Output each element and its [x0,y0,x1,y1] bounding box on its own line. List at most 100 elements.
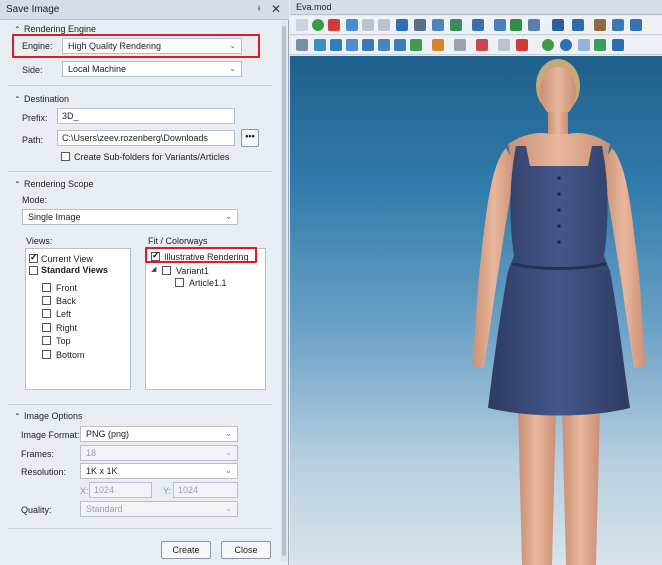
variant-label: Variant1 [176,266,209,276]
view-back-checkbox[interactable] [42,296,51,305]
section-destination[interactable]: ⌃ Destination [14,94,69,104]
play-icon[interactable] [396,19,408,31]
section-rendering-scope[interactable]: ⌃ Rendering Scope [14,179,94,189]
toolbar-icon[interactable] [296,39,308,51]
toolbar-icon[interactable] [630,19,642,31]
prefix-input[interactable]: 3D_ [57,108,235,124]
toolbar-icon[interactable] [578,39,590,51]
toolbar-icon[interactable] [542,39,554,51]
image-format-value: PNG (png) [86,429,130,439]
toolbar-icon[interactable] [572,19,584,31]
toolbar-icon[interactable] [330,39,342,51]
toolbar-icon[interactable] [394,39,406,51]
side-select[interactable]: Local Machine ⌄ [62,61,242,77]
view-front-checkbox[interactable] [42,283,51,292]
toolbar-icon[interactable] [552,19,564,31]
delete-icon[interactable] [328,19,340,31]
toolbar-icon[interactable] [414,19,426,31]
undo-icon[interactable] [362,19,374,31]
quality-value: Standard [86,504,123,514]
toolbar-row-1 [290,16,662,35]
toolbar-icon[interactable] [296,19,308,31]
toolbar-icon[interactable] [560,39,572,51]
avatar-head [540,67,576,117]
toolbar-icon[interactable] [516,39,528,51]
section-rendering-engine[interactable]: ⌃ Rendering Engine [14,24,96,34]
divider [8,528,272,529]
mode-select[interactable]: Single Image ⌄ [22,209,238,225]
avatar-left-leg [518,406,556,565]
section-image-options-label: Image Options [24,411,83,421]
collapse-chevron-icon: ⌃ [14,25,21,34]
create-button[interactable]: Create [161,541,211,559]
toolbar-icon[interactable] [378,39,390,51]
view-top-checkbox[interactable] [42,336,51,345]
side-select-value: Local Machine [68,64,127,74]
avatar-model [472,59,646,565]
toolbar-icon[interactable] [510,19,522,31]
browse-button[interactable]: ••• [241,129,259,147]
variant-checkbox[interactable] [162,266,171,275]
scrollbar-thumb[interactable] [282,26,286,556]
toolbar-row-2 [290,36,662,55]
expand-triangle-icon[interactable]: ◢ [151,265,156,273]
image-format-select[interactable]: PNG (png) ⌄ [80,426,238,442]
chevron-down-icon: ⌄ [225,504,232,513]
divider [8,171,272,172]
image-format-label: Image Format: [21,430,80,440]
y-input[interactable]: 1024 [173,482,238,498]
pin-icon[interactable]: ᵼ [258,3,260,14]
view-right-checkbox[interactable] [42,323,51,332]
article-checkbox[interactable] [175,278,184,287]
resolution-select[interactable]: 1K x 1K ⌄ [80,463,238,479]
mode-select-value: Single Image [28,212,81,222]
toolbar-icon[interactable] [314,39,326,51]
close-icon[interactable]: ✕ [271,2,281,16]
toolbar-icon[interactable] [494,19,506,31]
toolbar-icon[interactable] [432,19,444,31]
redo-icon[interactable] [378,19,390,31]
axis-icon[interactable] [472,19,484,31]
engine-highlight [12,34,260,58]
toolbar-icon[interactable] [528,19,540,31]
recycle-icon[interactable] [312,19,324,31]
panel-title: Save Image [6,4,60,15]
dress-button [557,224,561,228]
y-label: Y: [163,486,172,496]
frames-select[interactable]: 18 ⌄ [80,445,238,461]
toolbar-icon[interactable] [410,39,422,51]
section-destination-label: Destination [24,94,70,104]
toolbar-icon[interactable] [432,39,444,51]
quality-select[interactable]: Standard ⌄ [80,501,238,517]
toolbar-icon[interactable] [476,39,488,51]
path-input[interactable]: C:\Users\zeev.rozenberg\Downloads [57,130,235,146]
toolbar-icon[interactable] [498,39,510,51]
path-label: Path: [22,135,44,145]
panel-scrollbar[interactable] [281,22,287,562]
toolbar-icon[interactable] [346,19,358,31]
toolbar-icon[interactable] [594,39,606,51]
x-input[interactable]: 1024 [89,482,152,498]
toolbar-icon[interactable] [612,19,624,31]
subfolders-checkbox[interactable] [61,152,70,161]
view-front-label: Front [56,283,78,293]
view-right-label: Right [56,323,78,333]
chevron-down-icon: ⌄ [229,64,236,73]
toolbar-icon[interactable] [454,39,466,51]
chevron-down-icon: ⌄ [225,429,232,438]
view-bottom-checkbox[interactable] [42,350,51,359]
toolbar-icon[interactable] [346,39,358,51]
view-top-label: Top [56,336,71,346]
toolbar-icon[interactable] [362,39,374,51]
collapse-chevron-icon: ⌃ [14,180,21,189]
standard-views-partial-checkbox[interactable] [29,266,38,275]
section-image-options[interactable]: ⌃ Image Options [14,411,83,421]
current-view-checkbox[interactable] [29,252,38,263]
toolbar-icon[interactable] [594,19,606,31]
render-viewport[interactable] [290,56,662,565]
chart-icon[interactable] [450,19,462,31]
view-left-checkbox[interactable] [42,309,51,318]
chevron-down-icon: ⌄ [225,212,232,221]
toolbar-icon[interactable] [612,39,624,51]
close-button[interactable]: Close [221,541,271,559]
